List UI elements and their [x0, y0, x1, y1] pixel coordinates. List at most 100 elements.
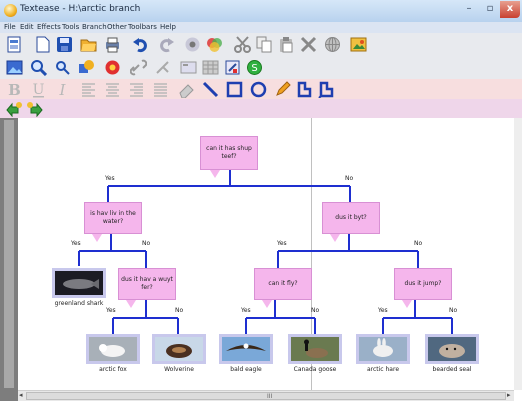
edge-label-no: No [449, 307, 458, 314]
goose-picture [291, 337, 339, 361]
rectangle-icon[interactable] [226, 81, 243, 98]
open-folder-icon[interactable] [80, 36, 97, 53]
edge-q2 [78, 234, 147, 268]
save-icon[interactable] [56, 36, 73, 53]
leaf-image-bearded-seal[interactable] [425, 334, 479, 364]
wolverine-picture [155, 337, 203, 361]
seal-picture [428, 337, 476, 361]
horizontal-scrollbar[interactable]: ◂ III ▸ [18, 390, 514, 401]
lock-icon[interactable] [184, 36, 201, 53]
table-icon[interactable] [202, 59, 219, 76]
zoom-out-icon[interactable] [54, 59, 71, 76]
shark-picture [55, 271, 103, 295]
leaf-image-canada-goose[interactable] [288, 334, 342, 364]
green-circle-icon[interactable]: S [246, 59, 263, 76]
align-right-icon[interactable] [128, 81, 145, 98]
branch-toolbar [0, 99, 522, 118]
redo-icon[interactable] [158, 36, 175, 53]
question-node[interactable]: dus it byt? [322, 202, 380, 234]
app-icon [4, 4, 17, 17]
leaf-caption: Wolverine [164, 366, 194, 373]
node-pointer [210, 170, 220, 178]
maximize-button[interactable]: ▫ [480, 1, 500, 18]
ellipse-icon[interactable] [250, 81, 267, 98]
branch-right-icon[interactable] [26, 100, 43, 117]
italic-icon[interactable]: I [54, 81, 71, 98]
vertical-scrollbar[interactable] [514, 118, 522, 390]
menu-edit[interactable]: Edit [20, 22, 34, 33]
picture-icon[interactable] [350, 36, 367, 53]
paint-icon[interactable] [206, 36, 223, 53]
question-node[interactable]: can it has shup teef? [200, 136, 258, 170]
menu-help[interactable]: Help [160, 22, 176, 33]
main-toolbar [0, 33, 522, 57]
edge-label-yes: Yes [277, 240, 287, 247]
web-icon[interactable] [324, 36, 341, 53]
eraser-icon[interactable] [178, 81, 195, 98]
image-icon[interactable] [6, 59, 23, 76]
eagle-picture [222, 337, 270, 361]
edge-label-yes: Yes [378, 307, 388, 314]
scroll-grip: III [267, 393, 273, 400]
shapes-icon[interactable] [78, 59, 95, 76]
branch-left-icon[interactable] [6, 100, 23, 117]
leaf-image-arctic-fox[interactable] [86, 334, 140, 364]
question-node[interactable]: dus it hav a wuyt fer? [118, 268, 176, 300]
polygon-icon[interactable] [296, 81, 313, 98]
bubble-icon[interactable] [318, 81, 335, 98]
paste-icon[interactable] [278, 36, 295, 53]
leaf-caption: greenland shark [54, 300, 104, 307]
sidebar-corner [0, 390, 18, 401]
record-icon[interactable] [104, 59, 121, 76]
leaf-image-greenland-shark[interactable] [52, 268, 106, 298]
blank-page-icon[interactable] [34, 36, 51, 53]
svg-text:U: U [33, 82, 45, 98]
branch-canvas[interactable]: can it has shup teef? is hav liv in the … [18, 118, 514, 390]
new-page-icon[interactable] [6, 36, 23, 53]
pencil-icon[interactable] [274, 81, 291, 98]
question-node[interactable]: can it fly? [254, 268, 312, 300]
menu-effects[interactable]: Effects [37, 22, 61, 33]
line-icon[interactable] [202, 81, 219, 98]
align-left-icon[interactable] [80, 81, 97, 98]
menu-branch[interactable]: Branch [82, 22, 107, 33]
align-center-icon[interactable] [104, 81, 121, 98]
node-pointer [262, 300, 272, 308]
cut-icon[interactable] [234, 36, 251, 53]
window-title: Textease - H:\arctic branch [20, 4, 141, 14]
menu-bar: File Edit Effects Tools Branch Other Too… [0, 22, 522, 33]
print-icon[interactable] [104, 36, 121, 53]
close-button[interactable]: x [500, 1, 520, 18]
copy-icon[interactable] [256, 36, 273, 53]
hare-picture [359, 337, 407, 361]
scroll-thumb[interactable]: III [26, 392, 506, 400]
edge-label-yes: Yes [71, 240, 81, 247]
node-pointer [92, 234, 102, 242]
menu-tools[interactable]: Tools [62, 22, 79, 33]
menu-other[interactable]: Other [107, 22, 127, 33]
justify-icon[interactable] [152, 81, 169, 98]
leaf-image-arctic-hare[interactable] [356, 334, 410, 364]
minimize-button[interactable]: – [458, 1, 480, 18]
leaf-image-bald-eagle[interactable] [219, 334, 273, 364]
sound-icon[interactable] [224, 59, 241, 76]
branch-icon[interactable] [154, 59, 171, 76]
slides-icon[interactable] [180, 59, 197, 76]
question-node[interactable]: dus it jump? [394, 268, 452, 300]
fox-picture [89, 337, 137, 361]
undo-icon[interactable] [132, 36, 149, 53]
delete-icon[interactable] [300, 36, 317, 53]
underline-icon[interactable]: U [30, 81, 47, 98]
scroll-left-arrow[interactable]: ◂ [19, 391, 23, 400]
menu-file[interactable]: File [4, 22, 16, 33]
zoom-in-icon[interactable] [30, 59, 47, 76]
edge-label-no: No [345, 175, 354, 182]
leaf-image-wolverine[interactable] [152, 334, 206, 364]
scroll-right-arrow[interactable]: ▸ [507, 391, 511, 400]
link-icon[interactable] [130, 59, 147, 76]
bold-icon[interactable]: B [6, 81, 23, 98]
question-node[interactable]: is hav liv in the water? [84, 202, 142, 234]
menu-toolbars[interactable]: Toolbars [128, 22, 157, 33]
edge-q3 [277, 234, 419, 268]
format-toolbar: B U I [0, 79, 522, 99]
